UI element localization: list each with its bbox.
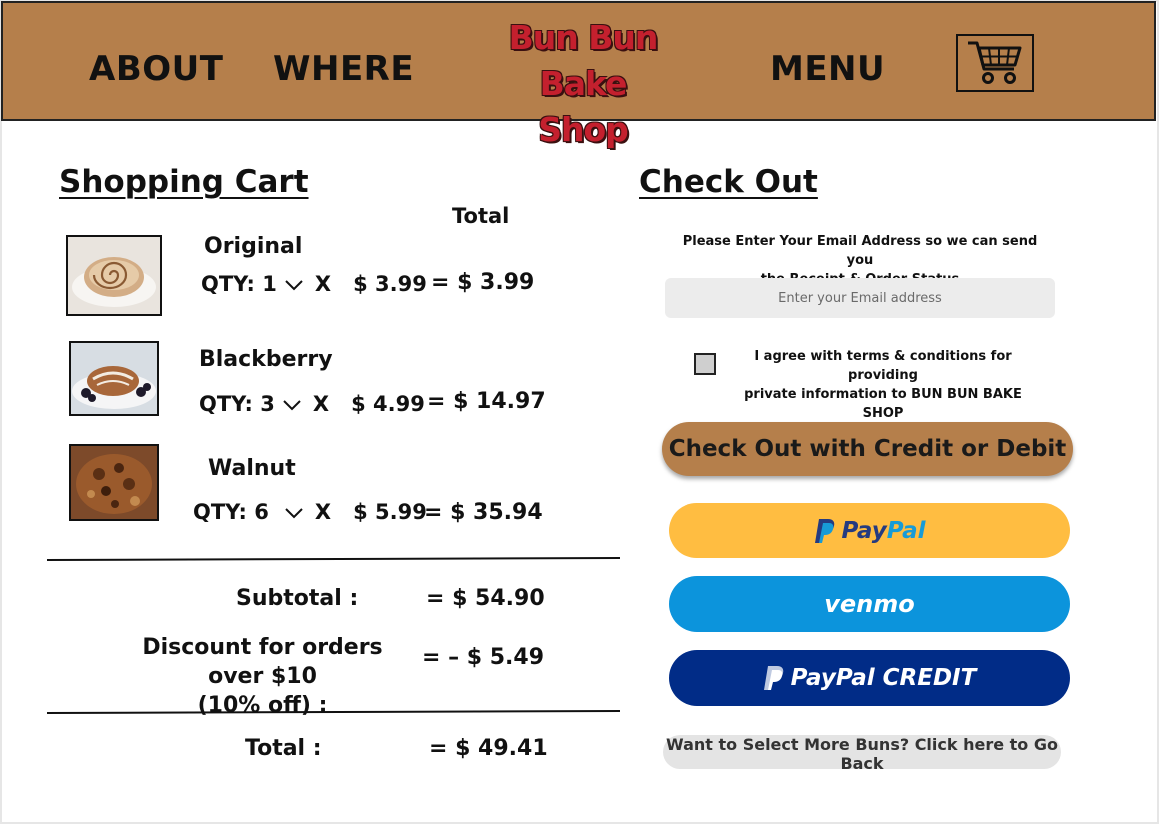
discount-value: = – $ 5.49 (422, 645, 544, 670)
qty-dropdown-original[interactable] (285, 272, 303, 296)
total-label: Total : (245, 736, 322, 761)
item-name-blackberry: Blackberry (199, 347, 333, 372)
qty-row-blackberry: QTY: 3 X $ 4.99 (199, 392, 425, 416)
paypal-logo-icon (814, 518, 834, 543)
venmo-button[interactable]: venmo (669, 576, 1070, 632)
chevron-down-icon (283, 400, 301, 411)
nav-where-link[interactable]: WHERE (273, 49, 414, 89)
walnut-bun-image (69, 444, 159, 521)
site-logo[interactable]: Bun Bun Bake Shop (495, 15, 671, 153)
shopping-cart-icon (968, 41, 1022, 84)
original-bun-image (66, 235, 162, 316)
item-name-walnut: Walnut (208, 456, 296, 481)
qty-label-walnut: QTY: 6 (193, 500, 269, 524)
blackberry-bun-image (69, 341, 159, 416)
site-header: ABOUT WHERE Bun Bun Bake Shop MENU (1, 1, 1156, 149)
discount-label: Discount for orders over $10 (10% off) : (120, 633, 405, 720)
subtotal-label: Subtotal : (236, 586, 359, 611)
qty-row-original: QTY: 1 X $ 3.99 (201, 272, 427, 296)
check-out-title: Check Out (639, 164, 818, 200)
line-total-original: = $ 3.99 (431, 270, 535, 295)
shopping-cart-title: Shopping Cart (59, 164, 309, 200)
chevron-down-icon (285, 508, 303, 519)
qty-dropdown-walnut[interactable] (285, 500, 303, 524)
total-value: = $ 49.41 (429, 736, 548, 761)
logo-line-1: Bun Bun (508, 18, 659, 57)
times-sign: X (314, 500, 332, 524)
agree-terms-label: I agree with terms & conditions for prov… (738, 347, 1028, 423)
qty-dropdown-blackberry[interactable] (283, 392, 301, 416)
paypal-credit-text: PayPal CREDIT (790, 665, 977, 691)
checkout-credit-debit-button[interactable]: Check Out with Credit or Debit (662, 422, 1073, 476)
total-column-label: Total (452, 204, 510, 228)
subtotal-value: = $ 54.90 (426, 586, 545, 611)
qty-label-blackberry: QTY: 3 (199, 392, 275, 416)
agree-terms-line-1: I agree with terms & conditions for prov… (754, 349, 1012, 383)
paypal-pay-text: Pay (841, 517, 887, 544)
item-name-original: Original (204, 234, 303, 259)
go-back-button[interactable]: Want to Select More Buns? Click here to … (663, 735, 1061, 773)
qty-row-walnut: QTY: 6 X $ 5.99 (193, 500, 427, 524)
nav-about-link[interactable]: ABOUT (89, 49, 223, 89)
logo-line-2: Bake Shop (538, 64, 629, 149)
paypal-credit-button[interactable]: PayPal CREDIT (669, 650, 1070, 706)
cart-button[interactable] (956, 34, 1034, 92)
paypal-button[interactable]: Pay Pal (669, 503, 1070, 558)
times-sign: X (314, 272, 332, 296)
nav-menu-link[interactable]: MENU (770, 49, 885, 89)
line-total-blackberry: = $ 14.97 (427, 389, 546, 414)
email-prompt-line-1: Please Enter Your Email Address so we ca… (682, 234, 1038, 268)
agree-terms-checkbox[interactable] (694, 353, 716, 375)
discount-label-line-1: Discount for orders over $10 (142, 635, 383, 689)
times-sign: X (312, 392, 330, 416)
discount-label-line-2: (10% off) : (197, 693, 328, 718)
line-total-walnut: = $ 35.94 (424, 500, 543, 525)
unit-price-original: $ 3.99 (353, 272, 427, 296)
unit-price-blackberry: $ 4.99 (351, 392, 425, 416)
email-input[interactable] (665, 278, 1055, 318)
venmo-logo-text: venmo (824, 590, 915, 618)
qty-label-original: QTY: 1 (201, 272, 277, 296)
agree-terms-line-2: private information to BUN BUN BAKE SHOP (744, 387, 1022, 421)
paypal-logo-icon (763, 666, 783, 690)
paypal-pal-text: Pal (886, 517, 926, 544)
chevron-down-icon (285, 280, 303, 291)
unit-price-walnut: $ 5.99 (353, 500, 427, 524)
